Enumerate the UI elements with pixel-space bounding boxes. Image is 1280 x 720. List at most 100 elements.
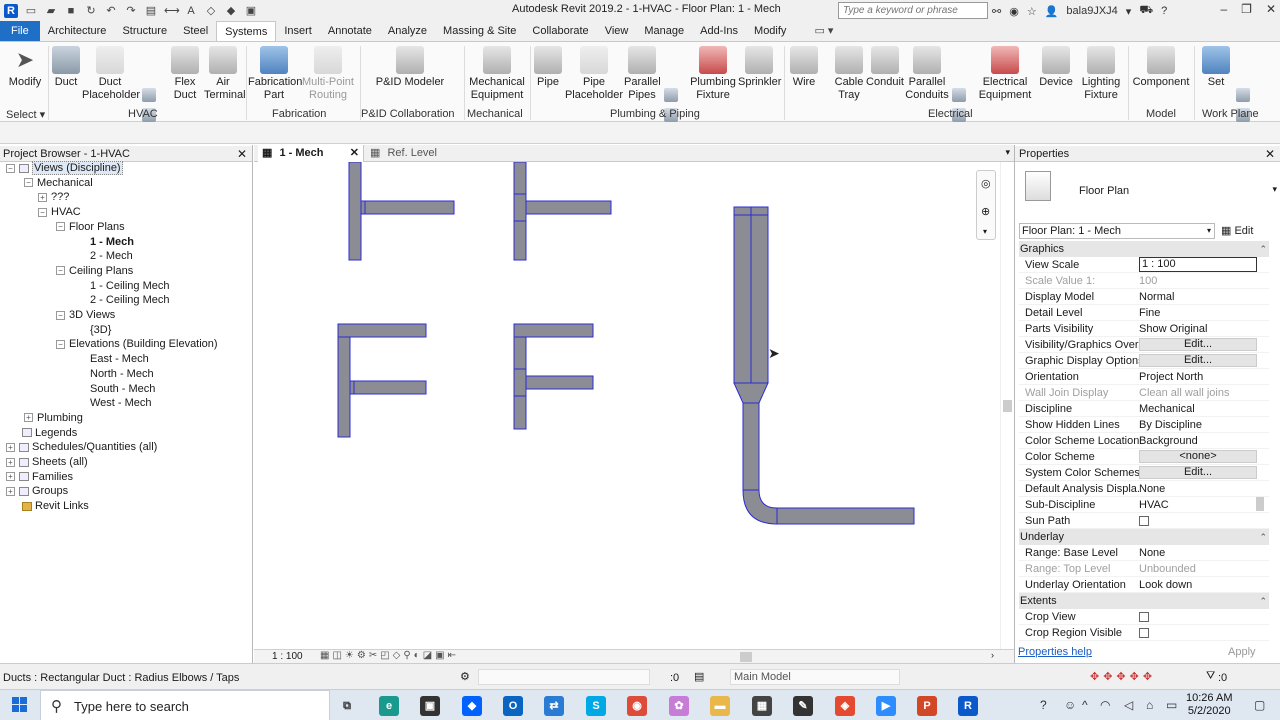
browser-item-sheets-all[interactable]: + Sheets (all) <box>6 455 88 469</box>
air-terminal-button[interactable]: Air Terminal <box>204 46 246 102</box>
zoom-icon[interactable]: ⊕ <box>981 205 990 218</box>
close-icon[interactable]: ✕ <box>237 146 247 162</box>
expand-icon[interactable]: + <box>6 486 15 496</box>
browser-item-2-mech[interactable]: 2 - Mech <box>90 249 133 263</box>
tab-modify[interactable]: Modify <box>746 21 794 41</box>
tab-structure[interactable]: Structure <box>114 21 175 41</box>
user-name[interactable]: bala9JXJ4 <box>1066 5 1117 17</box>
property-checkbox[interactable] <box>1139 612 1149 622</box>
battery-icon[interactable]: ▭ <box>1166 698 1177 712</box>
collapse-icon[interactable]: − <box>56 222 65 232</box>
contextual-tab-menu-icon[interactable]: ▭ ▾ <box>814 21 833 41</box>
store-icon[interactable]: ▣ <box>420 696 440 716</box>
chevron-down-icon[interactable]: ▾ <box>1126 5 1132 18</box>
mechanical-equipment-button[interactable]: Mechanical Equipment <box>466 46 528 102</box>
scroll-right-icon[interactable]: › <box>991 650 994 660</box>
parallel-pipes-button[interactable]: Parallel Pipes <box>624 46 661 102</box>
cable-tray-fitting-icon[interactable] <box>952 88 966 102</box>
expand-icon[interactable]: + <box>6 457 15 467</box>
expand-icon[interactable]: + <box>6 472 15 482</box>
expand-icon[interactable]: + <box>24 413 33 423</box>
section-underlay[interactable]: Underlay ⌃ <box>1019 529 1269 545</box>
instance-dropdown[interactable]: Floor Plan: 1 - Mech ▾ <box>1019 223 1215 239</box>
duct-button[interactable]: Duct <box>50 46 82 89</box>
notes-icon[interactable]: ✎ <box>793 696 813 716</box>
property-value[interactable]: By Discipline <box>1139 417 1257 433</box>
tab-view[interactable]: View <box>597 21 637 41</box>
pipe-placeholder-button[interactable]: Pipe Placeholder <box>564 46 624 102</box>
type-selector[interactable]: Floor Plan ▾ <box>1019 167 1277 221</box>
apply-button[interactable]: Apply <box>1228 646 1256 658</box>
property-edit-button[interactable]: <none> <box>1139 450 1257 463</box>
collapse-icon[interactable]: − <box>6 163 15 173</box>
cart-icon[interactable]: ⛟ <box>1139 4 1153 18</box>
windows-start-icon[interactable] <box>12 697 28 713</box>
redo-icon[interactable]: ↷ <box>124 4 138 18</box>
scroll-thumb[interactable] <box>1256 497 1264 511</box>
plumbing-fixture-button[interactable]: Plumbing Fixture <box>688 46 738 102</box>
tab-1-mech[interactable]: ▦ 1 - Mech ✕ <box>258 145 364 162</box>
tab-systems[interactable]: Systems <box>216 21 277 41</box>
tab-annotate[interactable]: Annotate <box>320 21 380 41</box>
volume-icon[interactable]: ◁ <box>1124 698 1133 712</box>
workset-icon[interactable]: ⚙ <box>460 670 470 683</box>
people-icon[interactable]: ☺ <box>1064 698 1076 712</box>
restore-icon[interactable]: ❐ <box>1241 2 1252 16</box>
property-checkbox[interactable] <box>1139 516 1149 526</box>
property-checkbox[interactable] <box>1139 628 1149 638</box>
tab-architecture[interactable]: Architecture <box>40 21 115 41</box>
properties-scrollbar[interactable] <box>1254 241 1266 643</box>
section-extents[interactable]: Extents ⌃ <box>1019 593 1269 609</box>
property-value[interactable]: None <box>1139 545 1257 561</box>
tab-steel[interactable]: Steel <box>175 21 216 41</box>
property-value[interactable]: Background <box>1139 433 1257 449</box>
taskbar-clock[interactable]: 10:26 AM 5/2/2020 <box>1186 692 1232 718</box>
collapse-icon[interactable]: − <box>56 339 65 349</box>
selection-toggle-icons[interactable]: ✥✥✥✥✥ <box>1090 670 1156 683</box>
calculator-icon[interactable]: ▦ <box>752 696 772 716</box>
wifi-icon[interactable]: ◠ <box>1100 698 1110 712</box>
close-icon[interactable]: ✕ <box>1266 2 1276 16</box>
pipe-fitting-icon[interactable] <box>664 88 678 102</box>
property-value[interactable]: Look down <box>1139 577 1257 593</box>
duct-placeholder-button[interactable]: Duct Placeholder <box>82 46 140 102</box>
powerpoint-icon[interactable]: P <box>917 696 937 716</box>
chrome-icon[interactable]: ◉ <box>627 696 647 716</box>
close-icon[interactable]: ✕ <box>350 145 359 162</box>
design-option-dropdown[interactable]: Main Model <box>730 669 900 685</box>
view-control-icons[interactable]: ▦◫☀⚙✂◰◇⚲◐◪▣⇤ <box>320 650 459 661</box>
open-folder-icon[interactable]: ▰ <box>44 4 58 18</box>
expand-icon[interactable]: + <box>38 192 47 202</box>
section-icon[interactable]: ◆ <box>224 4 238 18</box>
property-value[interactable]: Project North <box>1139 369 1257 385</box>
browser-item-revit-links[interactable]: Revit Links <box>22 499 89 513</box>
scroll-thumb[interactable] <box>1003 400 1012 412</box>
notifications-icon[interactable]: ▢ <box>1254 698 1265 712</box>
skype-icon[interactable]: S <box>586 696 606 716</box>
convert-duct-icon[interactable] <box>142 88 156 102</box>
browser-item-schedules-quantities-all[interactable]: + Schedules/Quantities (all) <box>6 440 157 454</box>
3d-view-icon[interactable]: ◇ <box>204 4 218 18</box>
pid-modeler-button[interactable]: P&ID Modeler <box>372 46 448 89</box>
edge-browser-icon[interactable]: e <box>379 696 399 716</box>
set-workplane-button[interactable]: Set <box>1200 46 1232 89</box>
browser-item-3d[interactable]: {3D} <box>90 323 111 337</box>
binoculars-icon[interactable]: ⚯ <box>992 5 1001 18</box>
flex-duct-button[interactable]: Flex Duct <box>166 46 204 102</box>
vertical-scrollbar[interactable] <box>1000 162 1014 649</box>
tab-insert[interactable]: Insert <box>276 21 320 41</box>
fabrication-part-button[interactable]: Fabrication Part <box>248 46 302 102</box>
property-value[interactable]: Mechanical <box>1139 401 1257 417</box>
print-icon[interactable]: ▤ <box>144 4 158 18</box>
task-view-icon[interactable]: ⧉ <box>337 696 357 716</box>
property-value[interactable]: Fine <box>1139 305 1257 321</box>
browser-item-floor-plans[interactable]: − Floor Plans <box>56 220 125 234</box>
tab-manage[interactable]: Manage <box>636 21 692 41</box>
help-icon[interactable]: ? <box>1161 5 1167 17</box>
tab-analyze[interactable]: Analyze <box>380 21 435 41</box>
browser-item-plumbing[interactable]: + Plumbing <box>24 411 83 425</box>
drawing-canvas[interactable]: ➤ <box>254 162 1014 649</box>
property-value[interactable]: 1 : 100 <box>1139 257 1257 272</box>
chevron-down-icon[interactable]: ▾ <box>983 227 987 236</box>
tab-file[interactable]: File <box>0 21 40 41</box>
